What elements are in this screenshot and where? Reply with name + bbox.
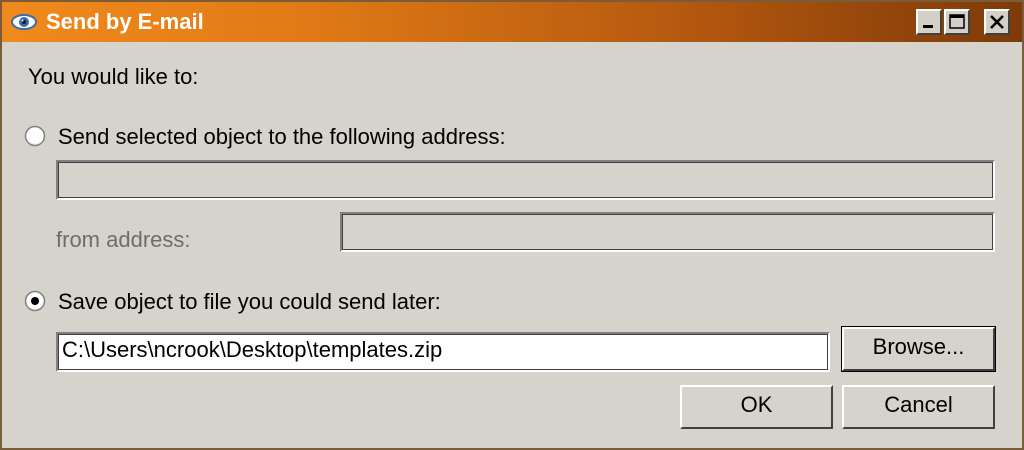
from-address-field[interactable] (340, 212, 995, 252)
maximize-icon (949, 14, 965, 29)
cancel-button[interactable]: Cancel (842, 385, 995, 429)
title-bar[interactable]: Send by E-mail (2, 2, 1022, 42)
save-to-file-radio[interactable] (24, 290, 46, 312)
radio-unchecked-icon (24, 125, 46, 147)
file-path-field[interactable]: C:\Users\ncrook\Desktop\templates.zip (56, 332, 830, 372)
from-address-label: from address: (56, 227, 191, 252)
window-title: Send by E-mail (46, 9, 204, 34)
browse-button[interactable]: Browse... (841, 326, 996, 372)
close-icon (990, 15, 1004, 29)
radio-checked-icon (24, 290, 46, 312)
eye-icon (10, 10, 38, 34)
send-to-address-radio[interactable] (24, 125, 46, 147)
ok-button[interactable]: OK (680, 385, 833, 429)
close-button[interactable] (984, 9, 1010, 35)
maximize-button[interactable] (944, 9, 970, 35)
email-dialog: Send by E-mail You would like to: Send s… (0, 0, 1024, 450)
minimize-icon (923, 25, 933, 28)
recipient-address-field[interactable] (56, 160, 995, 200)
send-to-address-label[interactable]: Send selected object to the following ad… (58, 124, 506, 150)
minimize-button[interactable] (916, 9, 942, 35)
prompt-label: You would like to: (28, 64, 199, 89)
save-to-file-label[interactable]: Save object to file you could send later… (58, 289, 441, 315)
